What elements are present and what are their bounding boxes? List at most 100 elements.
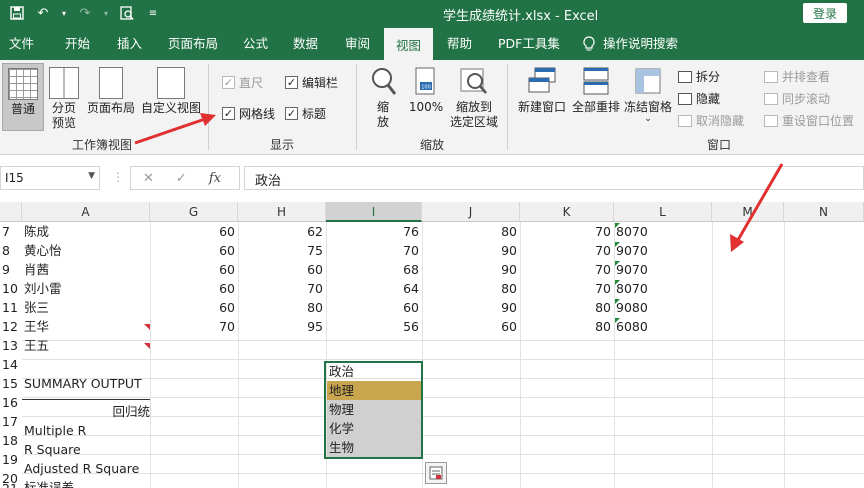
cell-k12[interactable]: 80 [520, 317, 614, 336]
cell-a10[interactable]: 刘小雷 [24, 279, 148, 298]
row-header-13[interactable]: 13 [0, 336, 22, 355]
undo-icon[interactable]: ↶ [34, 4, 52, 22]
chevron-down-icon[interactable]: ▼ [88, 171, 95, 181]
customize-qat-icon[interactable]: ≡ [144, 4, 162, 22]
formula-input[interactable]: 政治 [244, 166, 864, 190]
cell-g12[interactable]: 70 [150, 317, 238, 336]
cell-a12[interactable]: 王华 [24, 317, 148, 336]
ruler-checkbox[interactable]: ✓ 直尺 [222, 74, 263, 91]
page-break-preview-button[interactable]: 分页 预览 [46, 67, 82, 131]
row-header-10[interactable]: 10 [0, 279, 22, 298]
error-indicator[interactable] [615, 318, 620, 323]
error-indicator[interactable] [615, 261, 620, 266]
new-window-button[interactable]: 新建窗口 [514, 66, 570, 115]
redo-dropdown-icon[interactable]: ▾ [102, 4, 110, 22]
cell-k10[interactable]: 70 [520, 279, 614, 298]
select-all-corner[interactable] [0, 202, 22, 222]
cancel-icon[interactable]: ✕ [143, 171, 154, 186]
zoom-100-button[interactable]: 100 100% [406, 66, 446, 115]
comment-indicator[interactable] [144, 324, 150, 330]
cell-a20[interactable]: Adjusted R Square [24, 459, 150, 478]
sync-scroll-button[interactable]: 同步滚动 [764, 90, 830, 107]
cell-i9[interactable]: 68 [326, 260, 422, 279]
row-header-12[interactable]: 12 [0, 317, 22, 336]
hide-button[interactable]: 隐藏 [678, 90, 720, 107]
tab-file[interactable]: 文件 [9, 28, 34, 60]
cell-a15[interactable]: SUMMARY OUTPUT [24, 374, 150, 393]
cell-l9[interactable]: 9070 [616, 260, 712, 279]
cell-h10[interactable]: 70 [238, 279, 326, 298]
cell-l7[interactable]: 8070 [616, 222, 712, 241]
cell-i11[interactable]: 60 [326, 298, 422, 317]
cell-g10[interactable]: 60 [150, 279, 238, 298]
cell-a8[interactable]: 黄心怡 [24, 241, 148, 260]
row-header-8[interactable]: 8 [0, 241, 22, 260]
cell-a13[interactable]: 王五 [24, 336, 148, 355]
save-icon[interactable] [8, 4, 26, 22]
row-header-17[interactable]: 17 [0, 412, 22, 431]
headings-checkbox[interactable]: ✓ 标题 [285, 105, 326, 122]
cell-i8[interactable]: 70 [326, 241, 422, 260]
error-indicator[interactable] [615, 223, 620, 228]
cell-k11[interactable]: 80 [520, 298, 614, 317]
tab-view[interactable]: 视图 [384, 28, 434, 60]
cell-i7[interactable]: 76 [326, 222, 422, 241]
cell-k9[interactable]: 70 [520, 260, 614, 279]
tell-me-search[interactable]: 操作说明搜索 [583, 28, 678, 60]
tab-help[interactable]: 帮助 [447, 28, 472, 60]
tab-review[interactable]: 审阅 [345, 28, 370, 60]
cell-g9[interactable]: 60 [150, 260, 238, 279]
row-header-14[interactable]: 14 [0, 355, 22, 374]
column-header-g[interactable]: G [150, 202, 238, 222]
tab-page-layout[interactable]: 页面布局 [168, 28, 218, 60]
row-header-7[interactable]: 7 [0, 222, 22, 241]
enter-icon[interactable]: ✓ [176, 171, 187, 186]
cell-j7[interactable]: 80 [422, 222, 520, 241]
cell-i10[interactable]: 64 [326, 279, 422, 298]
cell-l12[interactable]: 6080 [616, 317, 712, 336]
column-header-m[interactable]: M [712, 202, 784, 222]
quick-analysis-icon[interactable] [425, 462, 447, 484]
cell-h12[interactable]: 95 [238, 317, 326, 336]
tab-home[interactable]: 开始 [65, 28, 90, 60]
cell-a17[interactable]: 回归统 [24, 402, 150, 421]
cell-l11[interactable]: 9080 [616, 298, 712, 317]
tab-data[interactable]: 数据 [293, 28, 318, 60]
column-header-h[interactable]: H [238, 202, 326, 222]
cell-h8[interactable]: 75 [238, 241, 326, 260]
row-header-18[interactable]: 18 [0, 431, 22, 450]
formula-bar-grip-icon[interactable]: ⋮ [112, 170, 124, 184]
normal-view-button[interactable]: 普通 [2, 63, 44, 131]
cell-l10[interactable]: 8070 [616, 279, 712, 298]
view-side-by-side-button[interactable]: 并排查看 [764, 68, 830, 85]
cell-j9[interactable]: 90 [422, 260, 520, 279]
error-indicator[interactable] [615, 299, 620, 304]
gridlines-checkbox[interactable]: ✓ 网格线 [222, 105, 275, 122]
column-header-k[interactable]: K [520, 202, 614, 222]
cell-a18[interactable]: Multiple R [24, 421, 150, 440]
cell-a21[interactable]: 标准误差 [24, 478, 150, 488]
selection-range[interactable] [324, 361, 423, 459]
tab-insert[interactable]: 插入 [117, 28, 142, 60]
undo-dropdown-icon[interactable]: ▾ [60, 4, 68, 22]
cell-l8[interactable]: 9070 [616, 241, 712, 260]
row-header-16[interactable]: 16 [0, 393, 22, 412]
name-box[interactable]: I15 ▼ [0, 166, 100, 190]
cell-g8[interactable]: 60 [150, 241, 238, 260]
cell-h7[interactable]: 62 [238, 222, 326, 241]
cell-k7[interactable]: 70 [520, 222, 614, 241]
print-preview-icon[interactable] [118, 4, 136, 22]
column-header-j[interactable]: J [422, 202, 520, 222]
unhide-button[interactable]: 取消隐藏 [678, 112, 744, 129]
cell-j8[interactable]: 90 [422, 241, 520, 260]
row-header-9[interactable]: 9 [0, 260, 22, 279]
cell-j10[interactable]: 80 [422, 279, 520, 298]
row-header-19[interactable]: 19 [0, 450, 22, 469]
row-header-11[interactable]: 11 [0, 298, 22, 317]
custom-views-button[interactable]: 自定义视图 [138, 67, 204, 116]
arrange-all-button[interactable]: 全部重排 [570, 66, 622, 115]
cell-a9[interactable]: 肖茜 [24, 260, 148, 279]
comment-indicator[interactable] [144, 343, 150, 349]
zoom-button[interactable]: 缩 放 [366, 66, 400, 130]
tab-formulas[interactable]: 公式 [243, 28, 268, 60]
